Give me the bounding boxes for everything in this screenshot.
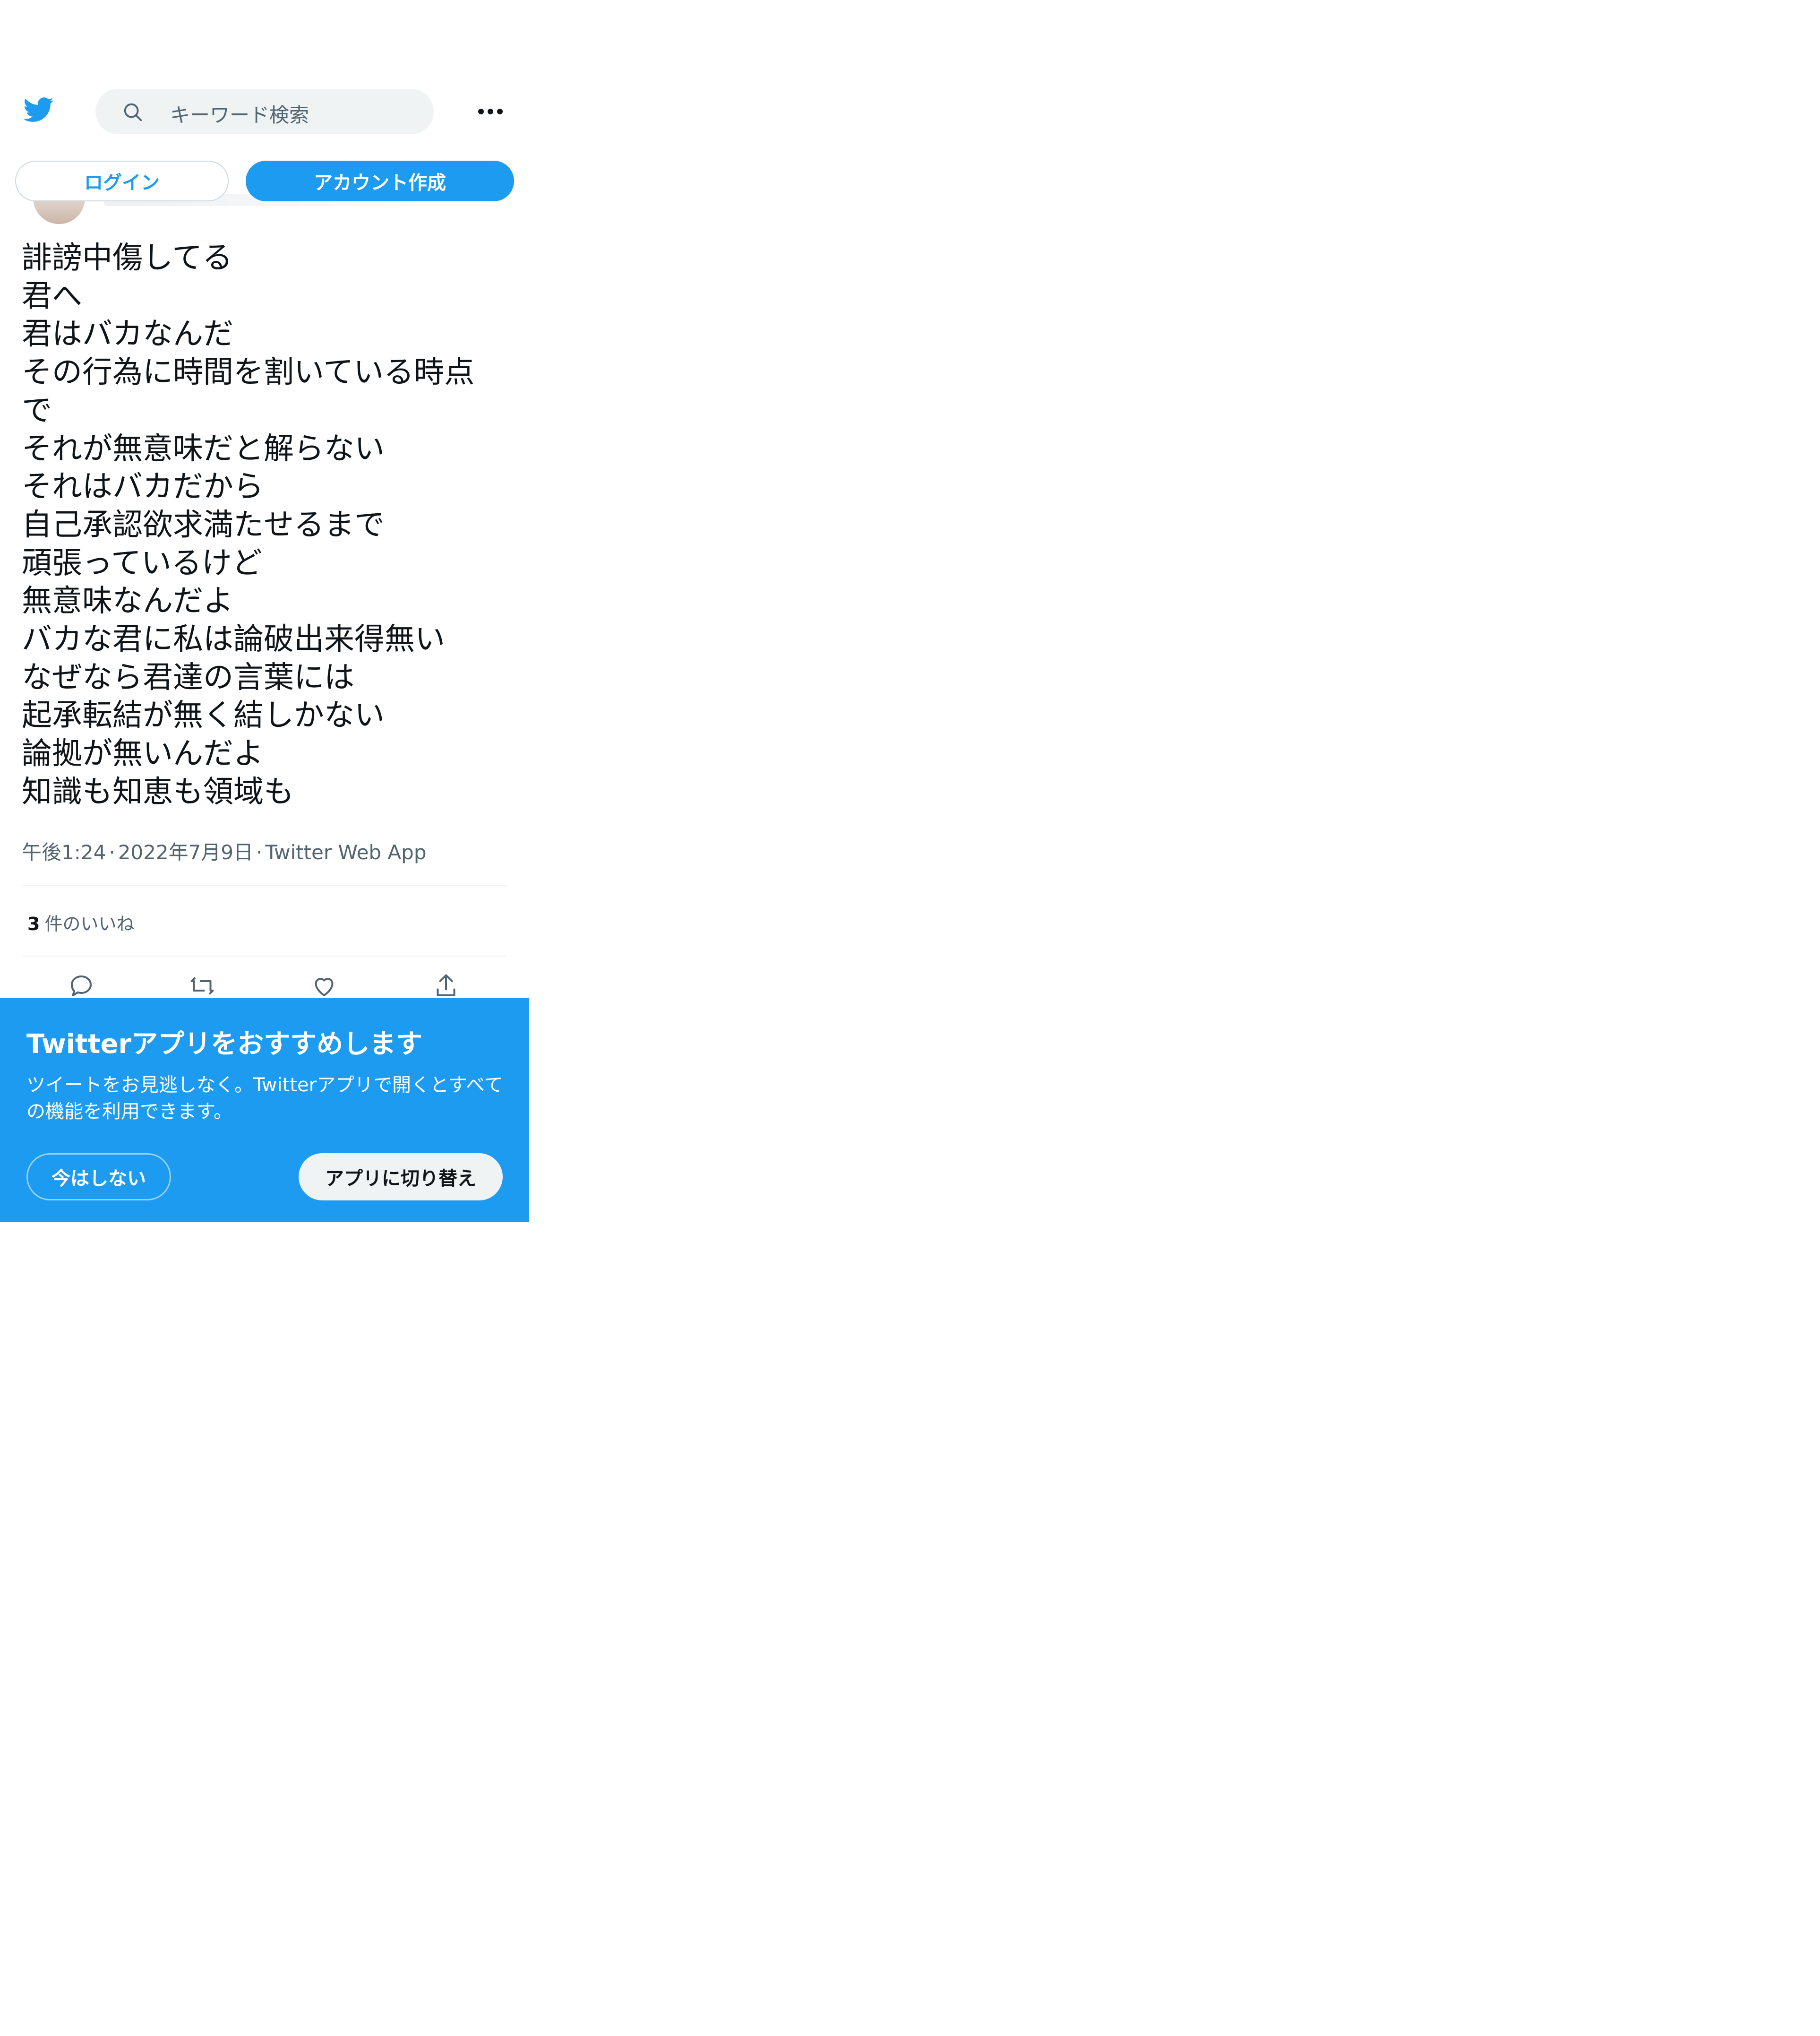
top-header: キーワード検索 <box>0 85 529 137</box>
share-icon[interactable] <box>432 972 460 1000</box>
search-box[interactable]: キーワード検索 <box>95 89 434 134</box>
tweet-line: 無意味なんだよ <box>22 584 233 619</box>
tweet-line: 君はバカなんだ <box>22 317 233 352</box>
tweet-source: Twitter Web App <box>265 841 427 864</box>
tweet-line: 君へ <box>22 278 82 314</box>
tweet-line: それはバカだから <box>22 469 264 505</box>
switch-to-app-button[interactable]: アプリに切り替え <box>299 1153 503 1200</box>
page: キーワード検索 ログイン アカウント作成 誹謗中傷してる 君へ 君はバカなんだ … <box>0 0 529 1224</box>
tweet-actions <box>22 972 507 1000</box>
tweet-line: 知識も知恵も領域も <box>22 774 294 810</box>
tweet-line: 起承転結が無く結しかない <box>22 698 385 733</box>
tweet-line: 自己承認欲求満たせるまで <box>22 507 385 543</box>
not-now-button[interactable]: 今はしない <box>26 1153 171 1200</box>
tweet-line: 論拠が無いんだよ <box>22 736 264 772</box>
tweet-line: で <box>22 393 52 428</box>
tweet-line: その行為に時間を割いている時点 <box>22 355 475 390</box>
signup-button[interactable]: アカウント作成 <box>246 161 514 201</box>
separator: · <box>109 841 115 864</box>
reply-icon[interactable] <box>67 972 95 1000</box>
tweet-line: バカな君に私は論破出来得無い <box>22 622 445 657</box>
tweet-time[interactable]: 午後1:24 <box>22 841 106 864</box>
heart-icon[interactable] <box>310 972 338 1000</box>
login-button[interactable]: ログイン <box>15 161 229 201</box>
promo-body: ツイートをお見逃しなく。Twitterアプリで開くとすべての機能を利用できます。 <box>26 1074 503 1122</box>
promo-title: Twitterアプリをおすすめします <box>26 1029 423 1060</box>
divider <box>22 885 507 886</box>
app-promo-banner: Twitterアプリをおすすめします ツイートをお見逃しなく。Twitterアプ… <box>0 998 529 1222</box>
likes-count: 3 <box>27 914 40 934</box>
twitter-bird-icon[interactable] <box>21 95 57 125</box>
tweet-line: それが無意味だと解らない <box>22 431 385 466</box>
more-horizontal-icon <box>478 109 503 114</box>
tweet-date[interactable]: 2022年7月9日 <box>118 841 253 864</box>
separator: · <box>256 841 263 864</box>
retweet-icon[interactable] <box>188 972 216 1000</box>
tweet-line: なぜなら君達の言葉には <box>22 660 354 695</box>
tweet-line: 誹謗中傷してる <box>22 241 233 276</box>
search-input[interactable]: キーワード検索 <box>170 99 309 128</box>
divider <box>22 956 507 957</box>
tweet-line: 頑張っているけど <box>22 545 262 581</box>
more-menu-button[interactable] <box>472 97 508 126</box>
auth-buttons: ログイン アカウント作成 <box>15 161 514 203</box>
likes-summary[interactable]: 3 件のいいね <box>27 909 134 935</box>
tweet-meta: 午後1:24 · 2022年7月9日 · Twitter Web App <box>22 837 426 865</box>
likes-label: 件のいいね <box>44 914 135 934</box>
tweet-text: 誹謗中傷してる 君へ 君はバカなんだ その行為に時間を割いている時点 で それが… <box>22 239 504 811</box>
search-icon <box>122 101 144 123</box>
